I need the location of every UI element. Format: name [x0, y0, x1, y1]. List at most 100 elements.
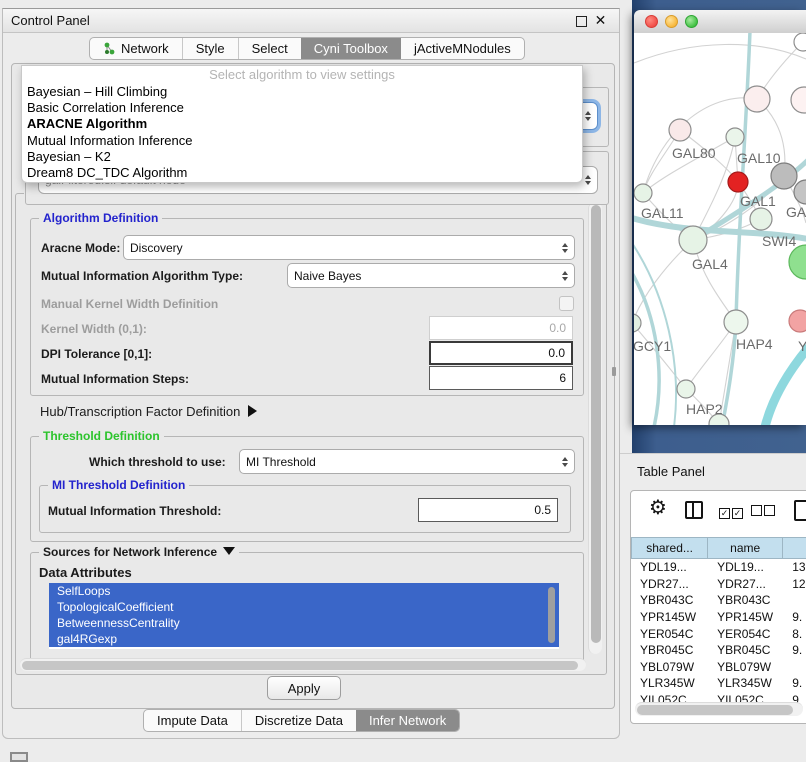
select-all-checkboxes-icon[interactable]: ✓✓: [719, 503, 745, 521]
popup-item-bayesian-hill-climbing[interactable]: Bayesian – Hill Climbing: [22, 84, 582, 100]
threshold-definition-group: Threshold Definition Which threshold to …: [30, 436, 584, 542]
cell-name[interactable]: YDR27...: [708, 577, 783, 591]
sources-legend[interactable]: Sources for Network Inference: [39, 545, 239, 560]
cell-name[interactable]: YPR145W: [708, 610, 783, 624]
column-header-name[interactable]: name: [708, 537, 783, 559]
list-item-selfloops[interactable]: SelfLoops: [49, 583, 559, 599]
node-bright-green[interactable]: [789, 245, 806, 279]
table-row[interactable]: YPR145W YPR145W 9.: [631, 609, 806, 626]
minimized-panel-icon[interactable]: [10, 752, 28, 762]
float-window-icon[interactable]: [576, 16, 587, 27]
node-gcy1[interactable]: [634, 314, 641, 332]
table-row[interactable]: YBR043C YBR043C: [631, 592, 806, 609]
tab-cyni-toolbox[interactable]: Cyni Toolbox: [301, 38, 401, 59]
manual-kernel-checkbox[interactable]: [559, 296, 574, 311]
cell-name[interactable]: YBR043C: [708, 593, 783, 607]
close-icon[interactable]: ✕: [594, 14, 607, 27]
cell-name[interactable]: YLR345W: [708, 676, 783, 690]
cell-shared-name[interactable]: YBR045C: [631, 643, 708, 657]
cell-shared-name[interactable]: YLR345W: [631, 676, 708, 690]
cell-value[interactable]: 12: [783, 577, 806, 591]
columns-icon[interactable]: [685, 501, 703, 519]
settings-horizontal-scrollbar[interactable]: [20, 658, 586, 671]
aracne-mode-combo[interactable]: Discovery: [123, 235, 575, 260]
list-item-gal4rgexp[interactable]: gal4RGexp: [49, 631, 559, 647]
tab-infer-network[interactable]: Infer Network: [356, 710, 459, 731]
node-gal11[interactable]: [634, 184, 652, 202]
apply-button[interactable]: Apply: [267, 676, 341, 700]
cell-shared-name[interactable]: YBL079W: [631, 660, 708, 674]
node-pink-edge[interactable]: [791, 87, 806, 113]
popup-item-basic-correlation[interactable]: Basic Correlation Inference: [22, 100, 582, 116]
dpi-tolerance-field[interactable]: 0.0: [429, 341, 573, 365]
cell-name[interactable]: YER054C: [708, 627, 783, 641]
kernel-width-field[interactable]: 0.0: [429, 316, 573, 340]
cell-name[interactable]: YBL079W: [708, 660, 783, 674]
popup-item-mutual-information[interactable]: Mutual Information Inference: [22, 133, 582, 149]
settings-horizontal-scrollbar-thumb[interactable]: [22, 661, 578, 670]
close-traffic-light[interactable]: [645, 15, 658, 28]
tab-style[interactable]: Style: [182, 38, 238, 59]
column-header-partial[interactable]: [783, 537, 806, 559]
list-item-betweennesscentrality[interactable]: BetweennessCentrality: [49, 615, 559, 631]
cell-shared-name[interactable]: YER054C: [631, 627, 708, 641]
table-row[interactable]: YDL19... YDL19... 13: [631, 559, 806, 576]
cell-value[interactable]: 9.: [783, 643, 806, 657]
node-hap2[interactable]: [677, 380, 695, 398]
cell-name[interactable]: YDL19...: [708, 560, 783, 574]
list-scrollbar-thumb[interactable]: [548, 587, 555, 643]
node-gal80[interactable]: [669, 119, 691, 141]
cell-value[interactable]: 8.: [783, 627, 806, 641]
gear-icon[interactable]: ⚙: [649, 495, 667, 520]
node-unlabeled-top[interactable]: [794, 33, 806, 51]
tab-select[interactable]: Select: [238, 38, 301, 59]
settings-vertical-scrollbar-thumb[interactable]: [591, 205, 601, 643]
node-pink-top[interactable]: [744, 86, 770, 112]
tab-jactivemnodules[interactable]: jActiveMNodules: [401, 38, 524, 59]
tab-discretize-data[interactable]: Discretize Data: [241, 710, 356, 731]
column-header-shared-name[interactable]: shared...: [631, 537, 708, 559]
table-row[interactable]: YLR345W YLR345W 9.: [631, 675, 806, 692]
mi-type-combo[interactable]: Naive Bayes: [287, 263, 575, 288]
mi-threshold-field[interactable]: 0.5: [418, 498, 558, 522]
tab-impute-data[interactable]: Impute Data: [144, 710, 241, 731]
table-horizontal-scrollbar[interactable]: [635, 702, 803, 716]
cell-name[interactable]: YBR045C: [708, 643, 783, 657]
table-horizontal-scrollbar-thumb[interactable]: [637, 705, 793, 715]
list-item-topologicalcoefficient[interactable]: TopologicalCoefficient: [49, 599, 559, 615]
which-threshold-combo[interactable]: MI Threshold: [239, 449, 575, 474]
node-swi4[interactable]: [750, 208, 772, 230]
popup-item-dream8[interactable]: Dream8 DC_TDC Algorithm: [22, 165, 582, 181]
table-row[interactable]: YER054C YER054C 8.: [631, 625, 806, 642]
cell-shared-name[interactable]: YBR043C: [631, 593, 708, 607]
screenshot-root: Control Panel ✕ Network Style: [0, 0, 806, 762]
node-gray-edge[interactable]: [794, 180, 806, 204]
node-pink-right[interactable]: [789, 310, 806, 332]
deselect-all-checkboxes-icon[interactable]: [751, 503, 777, 521]
table-row[interactable]: YDR27... YDR27... 12: [631, 576, 806, 593]
node-gal10-gray[interactable]: [771, 163, 797, 189]
table-row[interactable]: YBR045C YBR045C 9.: [631, 642, 806, 659]
panel-splitter-handle[interactable]: [612, 367, 616, 376]
cell-shared-name[interactable]: YDL19...: [631, 560, 708, 574]
cell-value[interactable]: 9.: [783, 610, 806, 624]
node-hap4[interactable]: [724, 310, 748, 334]
settings-vertical-scrollbar[interactable]: [588, 202, 602, 654]
mi-steps-field[interactable]: 6: [429, 366, 573, 390]
node-gal4[interactable]: [679, 226, 707, 254]
cell-shared-name[interactable]: YDR27...: [631, 577, 708, 591]
popup-item-bayesian-k2[interactable]: Bayesian – K2: [22, 149, 582, 165]
node-red-gal1[interactable]: [728, 172, 748, 192]
popup-item-aracne[interactable]: ARACNE Algorithm: [22, 116, 582, 132]
new-table-icon[interactable]: [794, 500, 806, 521]
cell-value[interactable]: 9.: [783, 676, 806, 690]
cell-shared-name[interactable]: YPR145W: [631, 610, 708, 624]
tab-network[interactable]: Network: [90, 38, 182, 59]
hub-definition-expander[interactable]: Hub/Transcription Factor Definition: [40, 404, 257, 419]
table-row[interactable]: YBL079W YBL079W: [631, 659, 806, 676]
node-small-green[interactable]: [726, 128, 744, 146]
cell-value[interactable]: 13: [783, 560, 806, 574]
zoom-traffic-light[interactable]: [685, 15, 698, 28]
cyni-algorithm-settings-group: Cyni Algorithm Settings Algorithm Defini…: [15, 193, 607, 675]
minimize-traffic-light[interactable]: [665, 15, 678, 28]
